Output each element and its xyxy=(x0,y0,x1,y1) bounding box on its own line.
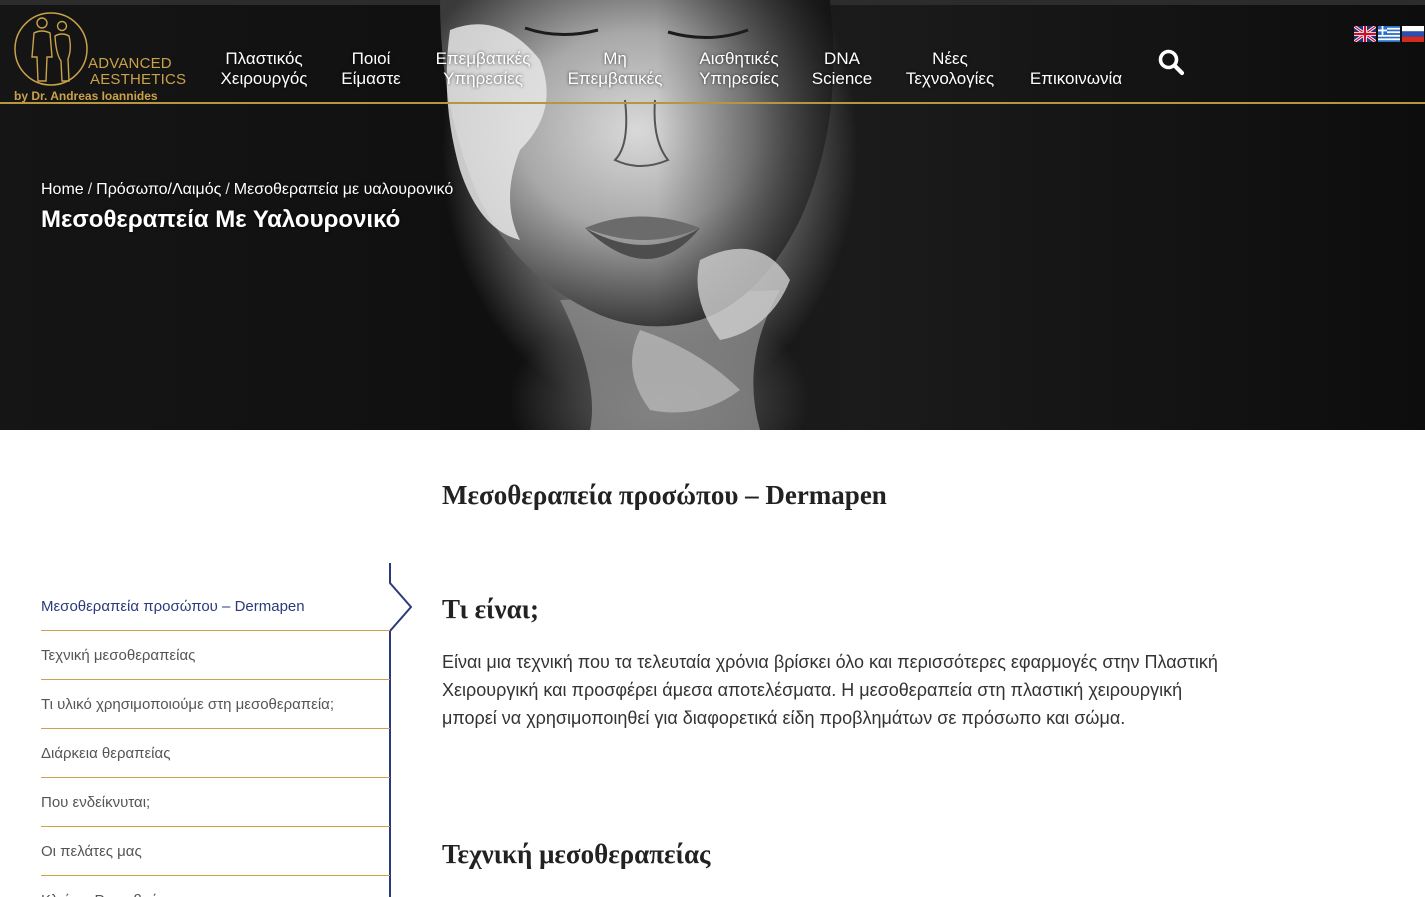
breadcrumb-separator: / xyxy=(225,181,230,198)
logo-text-byline: by Dr. Andreas Ioannides xyxy=(14,89,158,103)
nav-label-line1: Νέες xyxy=(932,49,968,68)
nav-label-line1: Πλαστικός xyxy=(225,49,303,68)
sidebar-toc: Μεσοθεραπεία προσώπου – Dermapen Τεχνική… xyxy=(41,563,413,897)
logo-text-advanced: ADVANCED xyxy=(88,55,172,72)
sidebar-item-appointment[interactable]: Κλείστε Ραντεβού xyxy=(41,876,390,897)
content-title: Μεσοθεραπεία προσώπου – Dermapen xyxy=(442,480,887,510)
nav-contact[interactable]: Επικοινωνία xyxy=(1026,49,1126,89)
nav-dna-science[interactable]: DNA Science xyxy=(810,49,874,89)
section-text-what-is: Είναι μια τεχνική που τα τελευταία χρόνι… xyxy=(442,652,1218,728)
section-heading-what-is: Τι είναι; xyxy=(442,594,540,624)
nav-label-line1: Αισθητικές xyxy=(699,49,779,68)
russian-flag-icon[interactable] xyxy=(1402,26,1424,42)
nav-label-line2: Επεμβατικές xyxy=(567,69,663,88)
breadcrumb: Home / Πρόσωπο/Λαιμός / Μεσοθεραπεία με υαλο… xyxy=(41,181,453,199)
breadcrumb-home[interactable]: Home xyxy=(41,181,84,198)
sidebar-item-technique[interactable]: Τεχνική μεσοθεραπείας xyxy=(41,631,390,680)
nav-new-technologies[interactable]: Νέες Τεχνολογίες xyxy=(900,49,1000,89)
nav-label-line2: Επικοινωνία xyxy=(1029,69,1123,88)
sidebar-item-clients[interactable]: Οι πελάτες μας xyxy=(41,827,390,876)
site-header: ADVANCED AESTHETICS by Dr. Andreas Ioann… xyxy=(0,5,1425,104)
uk-flag-icon[interactable] xyxy=(1354,26,1376,42)
logo-text-aesthetics: AESTHETICS xyxy=(90,71,187,88)
nav-label-line2: Science xyxy=(811,69,873,88)
nav-label-line1 xyxy=(1026,49,1126,69)
sidebar-divider-arrow xyxy=(389,563,413,897)
nav-label-line1: Επεμβατικές xyxy=(435,49,531,68)
breadcrumb-separator: / xyxy=(87,181,93,198)
nav-label-line2: Χειρουργός xyxy=(220,69,308,88)
nav-aesthetic-services[interactable]: Αισθητικές Υπηρεσίες xyxy=(692,49,786,89)
nav-invasive-services[interactable]: Επεμβατικές Υπηρεσίες xyxy=(430,49,536,89)
sidebar-item-indications[interactable]: Που ενδείκνυται; xyxy=(41,778,390,827)
search-icon[interactable] xyxy=(1157,48,1185,76)
nav-label-line1: Μη xyxy=(603,49,627,68)
sidebar-item-duration[interactable]: Διάρκεια θεραπείας xyxy=(41,729,390,778)
logo-figures-icon xyxy=(14,12,88,86)
nav-label-line2: Τεχνολογίες xyxy=(905,69,995,88)
sidebar-item-dermapen[interactable]: Μεσοθεραπεία προσώπου – Dermapen xyxy=(41,582,390,631)
nav-who-we-are[interactable]: Ποιοί Είμαστε xyxy=(338,49,404,89)
section-heading-technique: Τεχνική μεσοθεραπείας xyxy=(442,839,711,869)
nav-plastic-surgeon[interactable]: Πλαστικός Χειρουργός xyxy=(218,49,310,89)
greek-flag-icon[interactable] xyxy=(1378,26,1400,42)
nav-label-line1: Ποιοί xyxy=(351,49,391,68)
nav-label-line1: DNA xyxy=(824,49,860,68)
sidebar-item-material[interactable]: Τι υλικό χρησιμοποιούμε στη μεσοθεραπεία… xyxy=(41,680,390,729)
nav-label-line2: Είμαστε xyxy=(341,69,401,88)
nav-non-invasive[interactable]: Μη Επεμβατικές xyxy=(563,49,667,89)
breadcrumb-current: Μεσοθεραπεία με υαλουρονικό xyxy=(233,181,454,198)
breadcrumb-face-neck[interactable]: Πρόσωπο/Λαιμός xyxy=(96,181,221,198)
nav-label-line2: Υπηρεσίες xyxy=(699,69,779,88)
site-logo[interactable]: ADVANCED AESTHETICS by Dr. Andreas Ioann… xyxy=(12,9,192,104)
nav-label-line2: Υπηρεσίες xyxy=(443,69,523,88)
page-title: Μεσοθεραπεία Με Υαλουρονικό xyxy=(41,206,401,233)
